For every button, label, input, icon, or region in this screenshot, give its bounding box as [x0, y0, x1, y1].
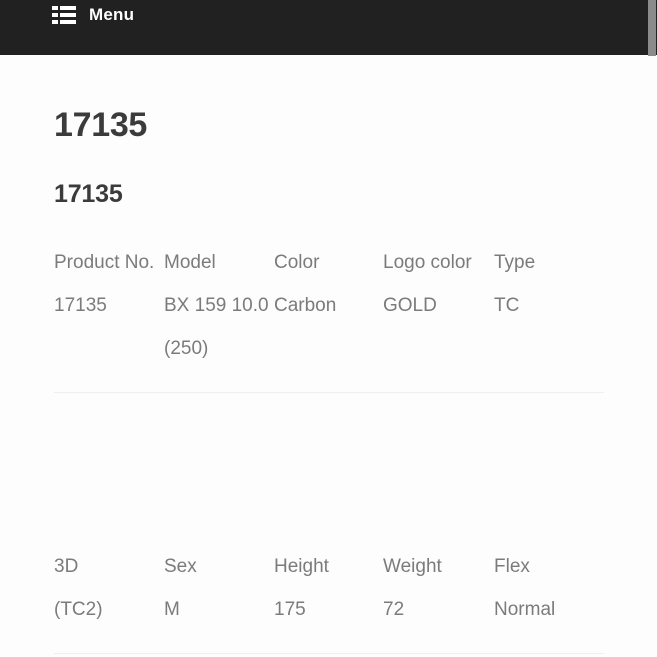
- column-header-weight: Weight: [383, 556, 442, 577]
- cell-flex: Normal: [494, 599, 556, 620]
- column-header-color: Color: [274, 252, 320, 273]
- table-row: 17135 BX 159 10.0 (250) Carbon GOLD TC: [54, 284, 604, 393]
- app-header: Menu: [0, 0, 657, 55]
- cell-sex: M: [164, 599, 180, 620]
- cell-color: Carbon: [274, 295, 337, 316]
- table-header-row: 3D Sex Height Weight Flex: [54, 545, 604, 588]
- product-spec-table: Product No. Model Color Logo color Type …: [54, 241, 604, 393]
- section-title: 17135: [54, 180, 123, 208]
- product-spec-table-body: 17135 BX 159 10.0 (250) Carbon GOLD TC: [54, 284, 604, 393]
- table-row: (TC2) M 175 72 Normal: [54, 588, 604, 654]
- column-header-3d: 3D: [54, 556, 79, 577]
- cell-logo-color: GOLD: [383, 295, 437, 316]
- column-header-product-no: Product No.: [54, 252, 155, 273]
- column-header-type: Type: [494, 252, 536, 273]
- page-scrollbar-thumb[interactable]: [648, 0, 656, 56]
- page-scrollbar[interactable]: [648, 0, 657, 657]
- menu-button-label: Menu: [89, 5, 135, 24]
- fitting-spec-table-body: (TC2) M 175 72 Normal: [54, 588, 604, 654]
- menu-button[interactable]: Menu: [52, 2, 134, 28]
- fitting-spec-table: 3D Sex Height Weight Flex (TC2) M 175 72…: [54, 545, 604, 654]
- column-header-flex: Flex: [494, 556, 530, 577]
- column-header-sex: Sex: [164, 556, 197, 577]
- cell-height: 175: [274, 599, 306, 620]
- column-header-model: Model: [164, 252, 216, 273]
- fitting-spec-table-head: 3D Sex Height Weight Flex: [54, 545, 604, 588]
- table-header-row: Product No. Model Color Logo color Type: [54, 241, 604, 284]
- cell-product-no: 17135: [54, 295, 107, 316]
- page-title: 17135: [54, 106, 148, 144]
- column-header-logo-color: Logo color: [383, 252, 472, 273]
- product-spec-table-head: Product No. Model Color Logo color Type: [54, 241, 604, 284]
- list-icon: [52, 5, 76, 25]
- cell-model: BX 159 10.0 (250): [164, 295, 269, 359]
- column-header-height: Height: [274, 556, 329, 577]
- cell-3d: (TC2): [54, 599, 103, 620]
- cell-weight: 72: [383, 599, 405, 620]
- cell-type: TC: [494, 295, 520, 316]
